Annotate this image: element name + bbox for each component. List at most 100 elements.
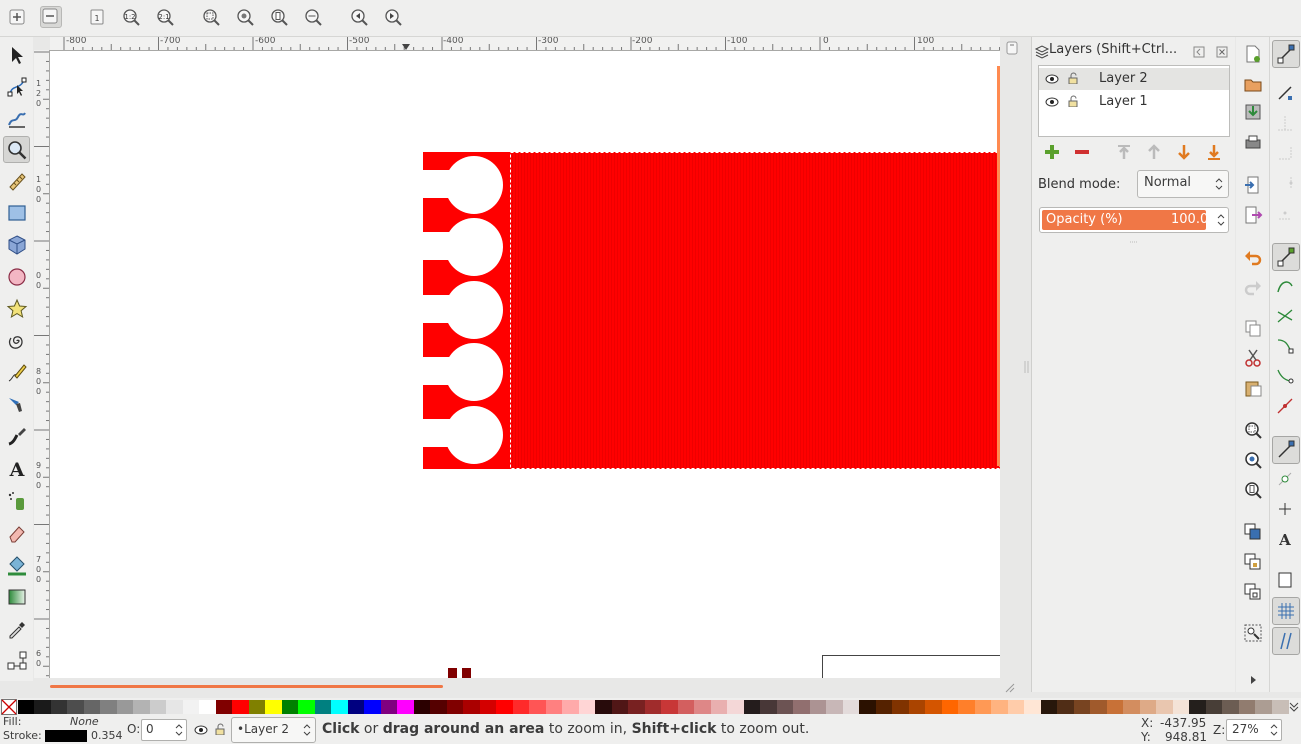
lock-open-icon[interactable] bbox=[1067, 95, 1079, 107]
palette-swatch[interactable] bbox=[842, 700, 860, 714]
connector-tool-icon[interactable] bbox=[4, 648, 29, 673]
palette-menu-icon[interactable] bbox=[1289, 702, 1299, 712]
zoom-spinbox-value[interactable]: 27% bbox=[1232, 722, 1259, 736]
palette-swatch[interactable] bbox=[1172, 700, 1190, 714]
gradient-tool-icon[interactable] bbox=[4, 584, 29, 609]
snap-bbox-midpoints-icon[interactable] bbox=[1272, 170, 1298, 196]
redo-icon[interactable] bbox=[1243, 277, 1263, 297]
zoom-page-cmd-icon[interactable] bbox=[1243, 480, 1263, 500]
copy-icon[interactable] bbox=[1243, 318, 1263, 338]
text-tool-icon[interactable]: A bbox=[4, 456, 29, 481]
palette-swatch[interactable] bbox=[380, 700, 398, 714]
palette-swatch[interactable] bbox=[430, 700, 448, 714]
palette-swatch[interactable] bbox=[83, 700, 101, 714]
measure-tool-icon[interactable] bbox=[4, 168, 29, 193]
palette-swatch[interactable] bbox=[1123, 700, 1141, 714]
snap-bbox-centers-icon[interactable] bbox=[1272, 200, 1298, 226]
spiral-tool-icon[interactable] bbox=[4, 328, 29, 353]
new-document-icon[interactable] bbox=[1243, 44, 1263, 64]
palette-swatch[interactable] bbox=[694, 700, 712, 714]
visibility-eye-icon[interactable] bbox=[1045, 96, 1059, 108]
palette-swatch[interactable] bbox=[479, 700, 497, 714]
palette-swatch[interactable] bbox=[1189, 700, 1207, 714]
palette-swatch[interactable] bbox=[314, 700, 332, 714]
snap-grids-icon[interactable] bbox=[1272, 597, 1300, 625]
panel-grip-icon[interactable] bbox=[1129, 240, 1139, 244]
palette-swatch[interactable] bbox=[727, 700, 745, 714]
palette-swatch[interactable] bbox=[743, 700, 761, 714]
stroke-width-value[interactable]: 0.354 bbox=[91, 729, 123, 742]
palette-swatch[interactable] bbox=[182, 700, 200, 714]
palette-swatch[interactable] bbox=[611, 700, 629, 714]
palette-swatch[interactable] bbox=[644, 700, 662, 714]
zoom-2-1-icon[interactable]: 2:1 bbox=[156, 8, 174, 26]
palette-swatch[interactable] bbox=[661, 700, 679, 714]
palette-swatch[interactable] bbox=[578, 700, 596, 714]
snap-guides-icon[interactable] bbox=[1272, 627, 1300, 655]
opacity-slider[interactable]: Opacity (%) 100.0 bbox=[1039, 207, 1229, 233]
spray-tool-icon[interactable] bbox=[4, 488, 29, 513]
pen-tool-icon[interactable] bbox=[4, 392, 29, 417]
unlink-clone-icon[interactable] bbox=[1243, 582, 1263, 602]
palette-swatch[interactable] bbox=[149, 700, 167, 714]
palette-swatch[interactable] bbox=[760, 700, 778, 714]
close-icon[interactable] bbox=[1216, 46, 1228, 58]
palette-swatch[interactable] bbox=[793, 700, 811, 714]
export-icon[interactable] bbox=[1243, 205, 1263, 225]
enable-snapping-icon[interactable] bbox=[1272, 40, 1300, 68]
palette-swatch[interactable] bbox=[166, 700, 184, 714]
layer-name[interactable]: Layer 1 bbox=[1099, 94, 1148, 109]
palette-swatch[interactable] bbox=[215, 700, 233, 714]
palette-swatch[interactable] bbox=[925, 700, 943, 714]
snap-page-border-icon[interactable] bbox=[1272, 567, 1298, 593]
palette-swatch[interactable] bbox=[347, 700, 365, 714]
palette-swatch[interactable] bbox=[1271, 700, 1289, 714]
palette-swatch[interactable] bbox=[859, 700, 877, 714]
vertical-ruler[interactable]: 1 2 0 1 0 0 0 0 8 0 0 9 0 0 7 0 0 6 0 bbox=[34, 50, 50, 678]
palette-swatch[interactable] bbox=[1073, 700, 1091, 714]
undo-icon[interactable] bbox=[1243, 247, 1263, 267]
palette-swatch[interactable] bbox=[974, 700, 992, 714]
rectangle-tool-icon[interactable] bbox=[4, 200, 29, 225]
palette-swatch[interactable] bbox=[1106, 700, 1124, 714]
palette-swatch[interactable] bbox=[1024, 700, 1042, 714]
resize-grip-icon[interactable] bbox=[1004, 682, 1016, 694]
layer-row-layer-2[interactable]: Layer 2 bbox=[1039, 68, 1229, 90]
current-layer-select[interactable]: •Layer 2 bbox=[231, 717, 316, 743]
palette-swatch[interactable] bbox=[18, 700, 35, 714]
canvas-corner-icon[interactable] bbox=[1002, 40, 1022, 56]
fill-value[interactable]: None bbox=[70, 715, 99, 728]
palette-swatch[interactable] bbox=[776, 700, 794, 714]
zoom-tool-icon[interactable] bbox=[3, 136, 30, 163]
palette-swatch[interactable] bbox=[397, 700, 415, 714]
ellipse-tool-icon[interactable] bbox=[4, 264, 29, 289]
zoom-1-2-icon[interactable]: 1:2 bbox=[122, 8, 140, 26]
snap-cusp-nodes-icon[interactable] bbox=[1272, 333, 1298, 359]
save-document-icon[interactable] bbox=[1243, 102, 1263, 122]
palette-swatch[interactable] bbox=[364, 700, 382, 714]
zoom-page-icon[interactable] bbox=[270, 8, 288, 26]
palette-swatch[interactable] bbox=[875, 700, 893, 714]
palette-swatch[interactable] bbox=[545, 700, 563, 714]
selector-tool-icon[interactable] bbox=[4, 42, 29, 67]
palette-swatch[interactable] bbox=[809, 700, 827, 714]
zoom-drawing-icon[interactable] bbox=[236, 8, 254, 26]
palette-swatch[interactable] bbox=[1040, 700, 1058, 714]
zoom-in-icon[interactable] bbox=[8, 8, 26, 26]
pencil-tool-icon[interactable] bbox=[4, 360, 29, 385]
palette-swatch[interactable] bbox=[1255, 700, 1272, 714]
palette-swatch[interactable] bbox=[512, 700, 530, 714]
palette-swatch[interactable] bbox=[562, 700, 580, 714]
lower-layer-icon[interactable] bbox=[1175, 143, 1193, 161]
raise-layer-to-top-icon[interactable] bbox=[1115, 143, 1133, 161]
palette-swatch[interactable] bbox=[941, 700, 959, 714]
palette-swatch[interactable] bbox=[50, 700, 68, 714]
palette-swatch[interactable] bbox=[677, 700, 695, 714]
zoom-out-icon[interactable] bbox=[40, 6, 62, 28]
visibility-eye-icon[interactable] bbox=[1045, 73, 1059, 85]
palette-swatch[interactable] bbox=[1139, 700, 1157, 714]
snap-path-intersections-icon[interactable] bbox=[1272, 303, 1298, 329]
layer-name[interactable]: Layer 2 bbox=[1099, 71, 1148, 86]
palette-swatch[interactable] bbox=[958, 700, 976, 714]
palette-swatch[interactable] bbox=[1007, 700, 1025, 714]
